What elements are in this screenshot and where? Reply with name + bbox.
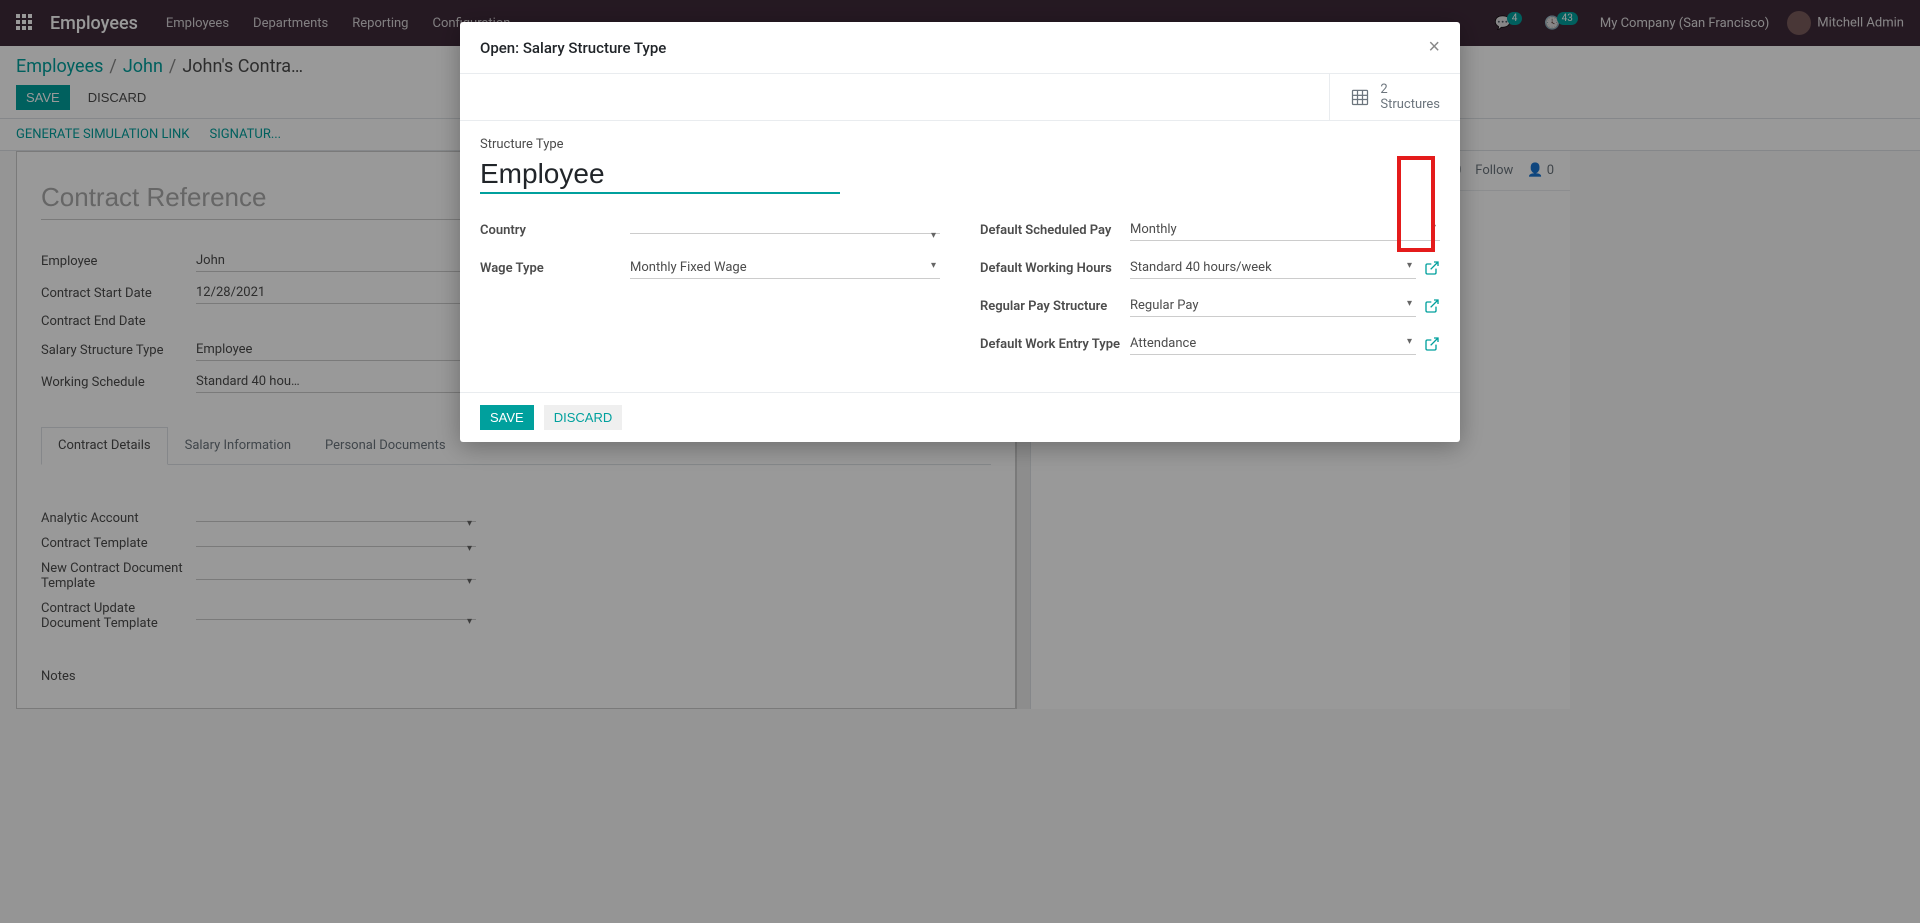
external-link-icon[interactable] xyxy=(1424,298,1440,314)
modal-close-button[interactable]: × xyxy=(1428,36,1440,59)
country-field[interactable] xyxy=(630,227,940,234)
country-label: Country xyxy=(480,223,630,238)
calendar-grid-icon xyxy=(1350,87,1370,107)
modal-discard-button[interactable]: DISCARD xyxy=(544,405,623,430)
modal-save-button[interactable]: SAVE xyxy=(480,405,534,430)
external-link-icon[interactable] xyxy=(1424,336,1440,352)
structures-count: 2 xyxy=(1380,82,1440,97)
external-link-icon[interactable] xyxy=(1424,260,1440,276)
modal-backdrop: Open: Salary Structure Type × 2 Structur… xyxy=(0,0,1920,923)
structure-type-input[interactable] xyxy=(480,156,840,194)
working-hours-label: Default Working Hours xyxy=(980,261,1130,276)
wage-type-field[interactable]: Monthly Fixed Wage xyxy=(630,257,940,279)
modal-title: Open: Salary Structure Type xyxy=(480,39,666,57)
working-hours-field[interactable]: Standard 40 hours/week xyxy=(1130,257,1416,279)
modal-salary-structure-type: Open: Salary Structure Type × 2 Structur… xyxy=(460,22,1460,442)
work-entry-field[interactable]: Attendance xyxy=(1130,333,1416,355)
scheduled-pay-field[interactable]: Monthly xyxy=(1130,219,1440,241)
structure-type-label: Structure Type xyxy=(480,137,1440,152)
structures-stat-button[interactable]: 2 Structures xyxy=(1329,74,1460,120)
pay-structure-field[interactable]: Regular Pay xyxy=(1130,295,1416,317)
wage-type-label: Wage Type xyxy=(480,261,630,276)
pay-structure-label: Regular Pay Structure xyxy=(980,299,1130,314)
scheduled-pay-label: Default Scheduled Pay xyxy=(980,223,1130,238)
work-entry-label: Default Work Entry Type xyxy=(980,337,1130,352)
structures-label: Structures xyxy=(1380,97,1440,112)
